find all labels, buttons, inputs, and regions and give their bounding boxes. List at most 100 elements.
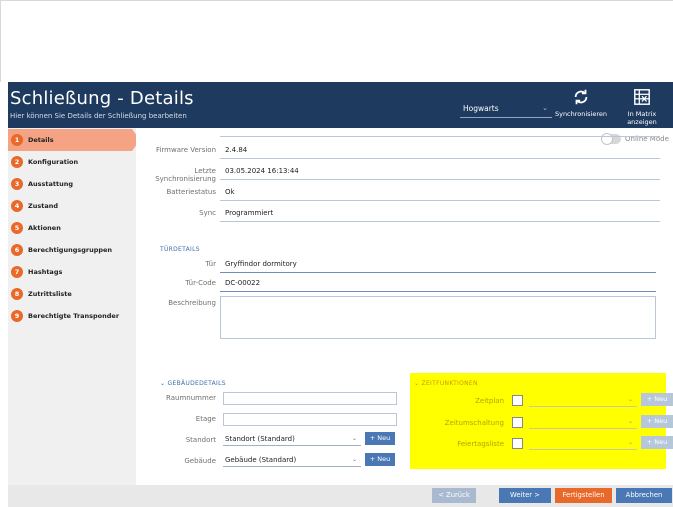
- chevron-down-icon: ⌄: [351, 456, 357, 463]
- field-underline: [220, 221, 660, 222]
- time-switch-checkbox[interactable]: [512, 417, 523, 428]
- sync-icon: [574, 89, 588, 105]
- building-section-label: GEBÄUDEDETAILS: [167, 380, 226, 387]
- description-label: Beschreibung: [168, 299, 216, 307]
- finish-button[interactable]: Fertigstellen: [555, 488, 612, 503]
- room-input[interactable]: [223, 392, 397, 405]
- floor-label: Etage: [195, 415, 216, 423]
- sidebar-item-zutrittsliste[interactable]: 8 Zutrittsliste: [8, 283, 136, 305]
- sidebar-item-label: Ausstattung: [28, 180, 74, 188]
- firmware-value: 2.4.84: [225, 146, 248, 154]
- sidebar-item-ausstattung[interactable]: 3 Ausstattung: [8, 173, 136, 195]
- chevron-down-icon: ⌄: [542, 104, 548, 112]
- sync-status-label: Sync: [199, 209, 216, 217]
- door-code-input[interactable]: DC-00022: [225, 279, 260, 287]
- new-location-button[interactable]: + Neu: [365, 432, 395, 445]
- details-content[interactable]: Online Mode Firmware Version 2.4.84 Letz…: [136, 128, 673, 485]
- firmware-label: Firmware Version: [155, 146, 216, 154]
- site-select[interactable]: Hogwarts ⌄: [460, 104, 552, 118]
- field-underline: [220, 291, 656, 292]
- door-name-input[interactable]: Gryffindor dormitory: [225, 260, 297, 268]
- chevron-down-icon: ⌄: [627, 396, 633, 403]
- time-switch-label: Zeitumschaltung: [444, 419, 504, 427]
- door-code-label: Tür-Code: [185, 279, 216, 287]
- footer-bar: < Zurück Weiter > Fertigstellen Abbreche…: [8, 485, 673, 507]
- time-functions-panel: ⌄ ZEITFUNKTIONEN Zeitplan ⌄ + Neu Zeitum…: [410, 373, 673, 469]
- step-number: 5: [11, 222, 23, 234]
- location-select-value: Standort (Standard): [225, 435, 295, 443]
- step-number: 1: [11, 134, 23, 146]
- step-number: 7: [11, 266, 23, 278]
- new-time-switch-button[interactable]: + Neu: [641, 415, 673, 428]
- sidebar: 1 Details 2 Konfiguration 3 Ausstattung …: [8, 128, 140, 485]
- step-number: 2: [11, 156, 23, 168]
- chevron-down-icon: ⌄: [627, 439, 633, 446]
- new-holiday-list-button[interactable]: + Neu: [641, 436, 673, 449]
- location-select[interactable]: Standort (Standard) ⌄: [223, 433, 361, 446]
- new-building-button[interactable]: + Neu: [365, 453, 395, 466]
- step-number: 9: [11, 310, 23, 322]
- sidebar-item-zustand[interactable]: 4 Zustand: [8, 195, 136, 217]
- chevron-down-icon: ⌄: [351, 435, 357, 442]
- time-switch-select[interactable]: ⌄: [529, 416, 637, 429]
- holiday-list-select[interactable]: ⌄: [529, 437, 637, 450]
- building-label: Gebäude: [184, 457, 216, 465]
- step-number: 6: [11, 244, 23, 256]
- field-underline: [220, 200, 660, 201]
- time-section-label: ZEITFUNKTIONEN: [421, 380, 478, 387]
- site-select-value: Hogwarts: [463, 104, 499, 113]
- field-underline: [220, 179, 660, 180]
- step-number: 8: [11, 288, 23, 300]
- new-schedule-button[interactable]: + Neu: [641, 393, 673, 406]
- field-underline: [220, 272, 656, 273]
- page-title: Schließung - Details: [10, 88, 194, 109]
- cancel-button[interactable]: Abbrechen: [616, 488, 672, 503]
- details-window: Schließung - Details Hier können Sie Det…: [8, 82, 673, 507]
- door-label: Tür: [205, 260, 216, 268]
- building-select-value: Gebäude (Standard): [225, 456, 297, 464]
- building-section-title: ⌄ GEBÄUDEDETAILS: [160, 380, 226, 387]
- field-underline: [220, 158, 660, 159]
- location-label: Standort: [185, 436, 216, 444]
- toggle-knob: [601, 133, 613, 145]
- sidebar-item-label: Berechtigungsgruppen: [28, 246, 113, 254]
- matrix-icon: [634, 89, 650, 105]
- sidebar-item-aktionen[interactable]: 5 Aktionen: [8, 217, 136, 239]
- holiday-list-checkbox[interactable]: [512, 438, 523, 449]
- schedule-checkbox[interactable]: [512, 395, 523, 406]
- sidebar-item-label: Zustand: [28, 202, 58, 210]
- sidebar-item-label: Konfiguration: [28, 158, 79, 166]
- sidebar-item-berechtigte-transponder[interactable]: 9 Berechtigte Transponder: [8, 305, 136, 327]
- chevron-down-icon: ⌄: [627, 418, 633, 425]
- next-button[interactable]: Weiter >: [499, 488, 551, 503]
- building-select[interactable]: Gebäude (Standard) ⌄: [223, 454, 361, 467]
- empty-top-area: [0, 0, 673, 82]
- sync-status-value: Programmiert: [225, 209, 274, 217]
- sync-button[interactable]: Synchronisieren: [553, 88, 609, 118]
- matrix-button[interactable]: In Matrix anzeigen: [612, 88, 672, 126]
- sidebar-item-label: Aktionen: [28, 224, 61, 232]
- sidebar-item-berechtigungsgruppen[interactable]: 6 Berechtigungsgruppen: [8, 239, 136, 261]
- matrix-button-label: In Matrix anzeigen: [627, 110, 657, 126]
- last-sync-value: 03.05.2024 16:13:44: [225, 167, 299, 175]
- schedule-select[interactable]: ⌄: [529, 394, 637, 407]
- header-bar: Schließung - Details Hier können Sie Det…: [8, 82, 673, 128]
- page-subtitle: Hier können Sie Details der Schließung b…: [10, 112, 187, 120]
- room-label: Raumnummer: [166, 394, 216, 402]
- step-number: 3: [11, 178, 23, 190]
- schedule-label: Zeitplan: [475, 397, 504, 405]
- sidebar-item-konfiguration[interactable]: 2 Konfiguration: [8, 151, 136, 173]
- sidebar-item-hashtags[interactable]: 7 Hashtags: [8, 261, 136, 283]
- sidebar-item-label: Hashtags: [28, 268, 63, 276]
- sidebar-item-details[interactable]: 1 Details: [8, 129, 140, 151]
- field-underline: [220, 136, 660, 137]
- last-sync-label: Letzte Synchronisierung: [155, 167, 216, 183]
- floor-input[interactable]: [223, 413, 397, 426]
- time-section-title: ⌄ ZEITFUNKTIONEN: [414, 380, 478, 387]
- holiday-list-label: Feiertagsliste: [457, 440, 504, 448]
- battery-label: Batteriestatus: [166, 188, 216, 196]
- step-number: 4: [11, 200, 23, 212]
- door-section-title: TÜRDETAILS: [160, 246, 200, 253]
- back-button[interactable]: < Zurück: [432, 488, 476, 503]
- description-textarea[interactable]: [220, 296, 656, 339]
